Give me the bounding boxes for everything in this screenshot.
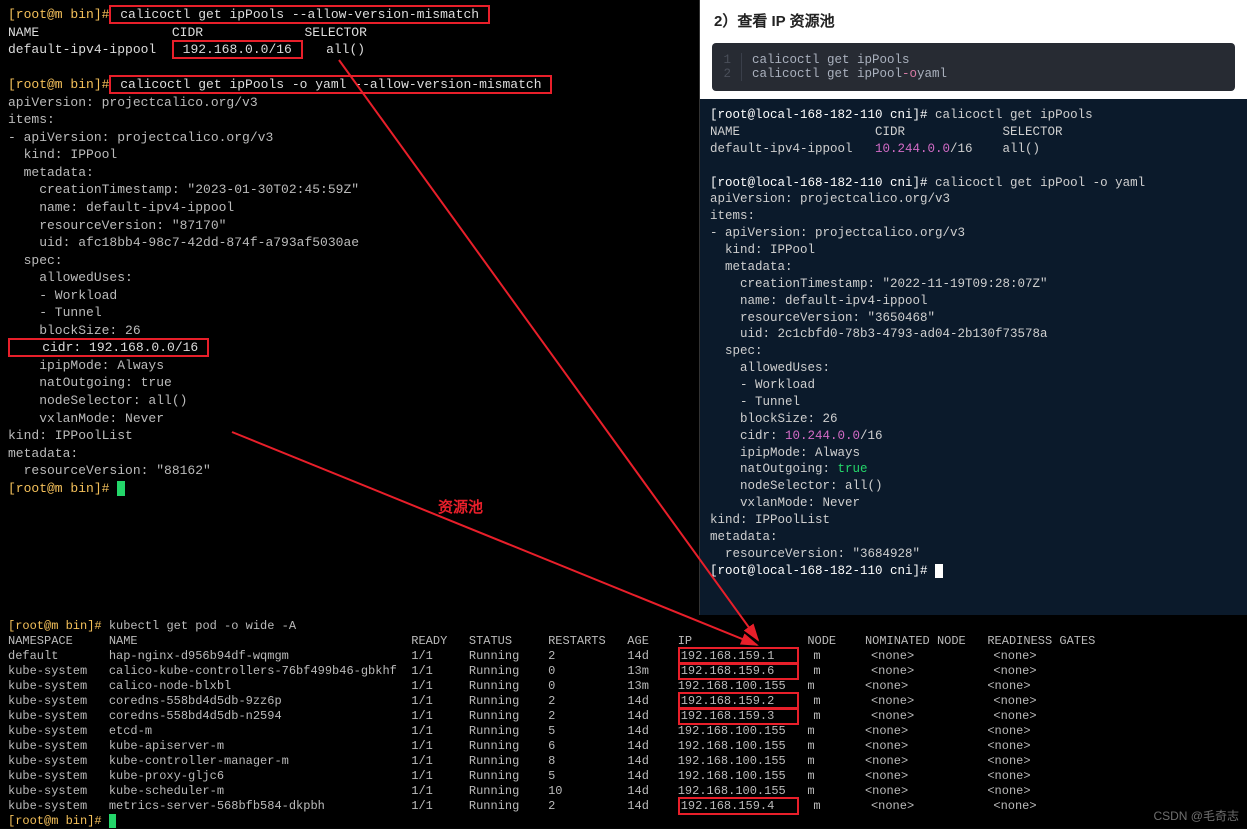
cursor-icon — [117, 481, 125, 496]
code-block[interactable]: 1calicoctl get ipPools 2calicoctl get ip… — [712, 43, 1235, 91]
table-row: kube-system etcd-m 1/1 Running 5 14d 192… — [8, 724, 1239, 739]
table-row: kube-system kube-proxy-gljc6 1/1 Running… — [8, 769, 1239, 784]
prompt: [root@local-168-182-110 cni]# — [710, 108, 935, 122]
line-number: 2 — [716, 67, 742, 81]
cursor-icon — [109, 814, 116, 828]
ip-highlight: 192.168.159.4 — [678, 797, 799, 815]
table-header: NAME CIDR SELECTOR — [8, 24, 691, 42]
table-row: kube-system coredns-558bd4d5db-9zz6p 1/1… — [8, 694, 1239, 709]
cmd-highlight: calicoctl get ipPools --allow-version-mi… — [109, 5, 489, 24]
bottom-terminal[interactable]: [root@m bin]# kubectl get pod -o wide -A… — [0, 615, 1247, 828]
line-number: 1 — [716, 53, 742, 67]
annotation-label: 资源池 — [438, 498, 483, 518]
cidr-line-highlight: cidr: 192.168.0.0/16 — [8, 338, 209, 357]
section-heading: 2）查看 IP 资源池 — [700, 0, 1247, 37]
table-row: kube-system calico-kube-controllers-76bf… — [8, 664, 1239, 679]
prompt: [root@m bin]# — [8, 77, 109, 92]
table-row: default hap-nginx-d956b94df-wqmgm 1/1 Ru… — [8, 649, 1239, 664]
cmd-highlight: calicoctl get ipPools -o yaml --allow-ve… — [109, 75, 552, 94]
ip-highlight: 192.168.159.3 — [678, 707, 799, 725]
table-header: NAME CIDR SELECTOR — [710, 124, 1237, 141]
yaml-output: apiVersion: projectcalico.org/v3items:- … — [8, 94, 691, 340]
table-header: NAMESPACE NAME READY STATUS RESTARTS AGE… — [8, 634, 1239, 649]
table-row: default-ipv4-ippool 192.168.0.0/16 all() — [8, 41, 691, 59]
prompt: [root@m bin]# — [8, 619, 109, 633]
table-row: kube-system kube-controller-manager-m 1/… — [8, 754, 1239, 769]
table-row: kube-system metrics-server-568bfb584-dkp… — [8, 799, 1239, 814]
table-row: kube-system coredns-558bd4d5db-n2594 1/1… — [8, 709, 1239, 724]
cursor-icon — [935, 564, 943, 578]
ip-highlight: 192.168.159.6 — [678, 662, 799, 680]
yaml-output: apiVersion: projectcalico.org/v3items:- … — [710, 191, 1237, 427]
prompt: [root@m bin]# — [8, 7, 109, 22]
left-terminal[interactable]: [root@m bin]# calicoctl get ipPools --al… — [0, 0, 700, 615]
prompt: [root@local-168-182-110 cni]# — [710, 564, 935, 578]
right-doc-panel: 2）查看 IP 资源池 1calicoctl get ipPools 2cali… — [700, 0, 1247, 615]
table-row: kube-system kube-scheduler-m 1/1 Running… — [8, 784, 1239, 799]
watermark: CSDN @毛奇志 — [1153, 809, 1239, 824]
right-terminal[interactable]: [root@local-168-182-110 cni]# calicoctl … — [700, 99, 1247, 615]
table-row: default-ipv4-ippool 10.244.0.0/16 all() — [710, 141, 1237, 158]
table-row: kube-system calico-node-blxbl 1/1 Runnin… — [8, 679, 1239, 694]
prompt: [root@local-168-182-110 cni]# — [710, 176, 935, 190]
table-row: kube-system kube-apiserver-m 1/1 Running… — [8, 739, 1239, 754]
cidr-highlight: 192.168.0.0/16 — [172, 40, 303, 59]
yaml-output: ipipMode: Always natOutgoing: true nodeS… — [8, 357, 691, 480]
prompt: [root@m bin]# — [8, 814, 109, 828]
prompt: [root@m bin]# — [8, 481, 117, 496]
